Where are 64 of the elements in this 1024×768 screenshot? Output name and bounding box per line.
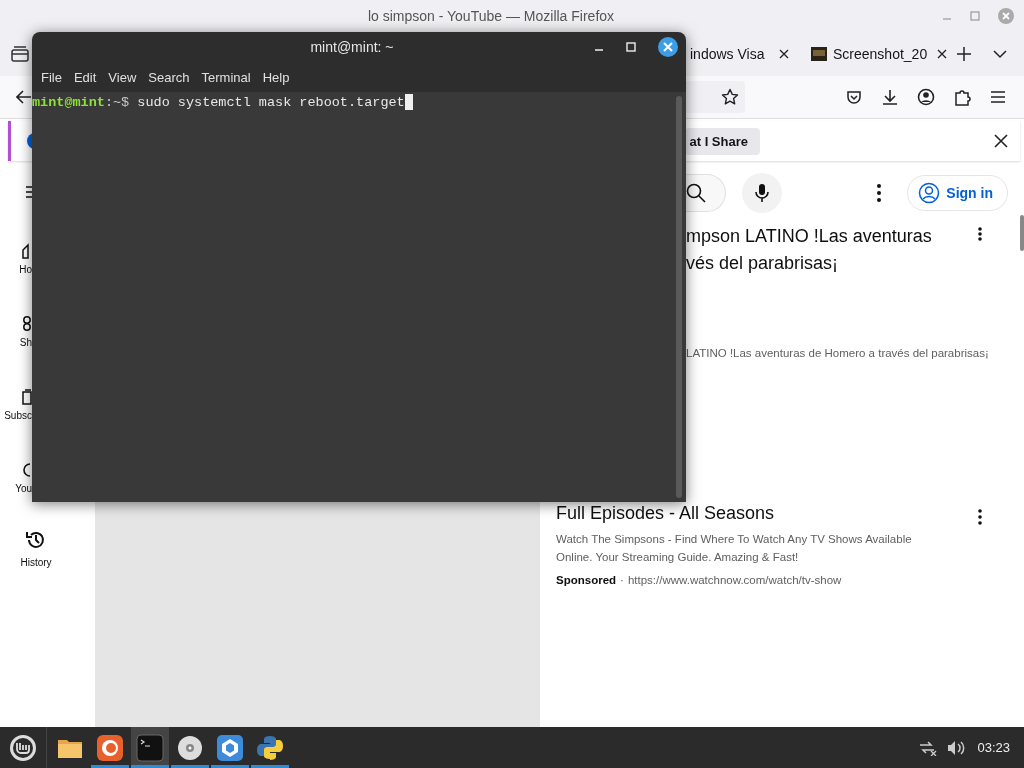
browser-tab[interactable]: Screenshot_20	[803, 38, 943, 70]
menu-item[interactable]: Search	[143, 67, 195, 87]
video-description: LATINO !Las aventuras de Homero a través del parabrisas¡	[686, 347, 990, 359]
tab-list-icon[interactable]	[11, 46, 29, 62]
chevron-down-icon[interactable]	[993, 49, 1007, 59]
scrollbar-thumb[interactable]	[1020, 215, 1024, 251]
tab-label: indows Visa	[690, 46, 766, 62]
microphone-icon	[755, 183, 769, 203]
menu-icon[interactable]	[989, 88, 1007, 106]
network-disconnected-icon[interactable]	[919, 739, 938, 756]
browser-tab[interactable]: indows Visa	[690, 38, 799, 70]
puzzle-icon[interactable]	[953, 88, 971, 106]
window-title: mint@mint: ~	[309, 39, 395, 55]
close-icon[interactable]	[994, 134, 1008, 148]
scrollbar[interactable]	[676, 96, 682, 498]
mint-logo-icon	[9, 733, 37, 762]
sidebar-label[interactable]: You	[15, 483, 32, 494]
window-title: lo simpson - YouTube — Mozilla Firefox	[366, 8, 616, 24]
new-tab-icon[interactable]	[957, 47, 971, 61]
sidebar-label[interactable]: Subsc	[4, 410, 32, 421]
back-arrow-icon[interactable]	[16, 90, 32, 104]
pocket-icon[interactable]	[845, 88, 863, 106]
menu-icon[interactable]	[26, 185, 32, 199]
screenshot-thumbnail-icon	[811, 46, 827, 62]
separator-dot: ·	[620, 574, 624, 586]
close-icon[interactable]	[658, 37, 678, 57]
microphone-button[interactable]	[742, 173, 782, 213]
search-icon	[686, 183, 706, 203]
menu-item[interactable]: Terminal	[196, 67, 256, 87]
account-icon[interactable]	[917, 88, 935, 106]
more-icon[interactable]	[978, 509, 982, 525]
volume-icon[interactable]	[947, 739, 966, 756]
menu-item[interactable]: File	[36, 67, 67, 87]
sidebar-label[interactable]: History	[20, 557, 52, 568]
menu-item[interactable]: Help	[257, 67, 295, 87]
clock[interactable]: 03:23	[977, 740, 1010, 755]
sidebar-label[interactable]: Ho	[19, 264, 32, 275]
video-title-line[interactable]: vés del parabrisas¡	[686, 250, 978, 277]
video-title-line[interactable]: mpson LATINO !Las aventuras	[686, 223, 978, 250]
ad-url[interactable]: https://www.watchnow.com/watch/tv-show	[627, 574, 842, 586]
disc-icon	[176, 733, 204, 762]
terminal-icon	[136, 733, 164, 762]
sidebar-label[interactable]: Sh	[19, 337, 32, 348]
close-icon[interactable]	[779, 49, 789, 59]
python-icon	[256, 733, 284, 762]
ad-title[interactable]: Full Episodes - All Seasons	[556, 503, 978, 524]
app-icon	[216, 733, 244, 762]
notification-button[interactable]: at I Share	[685, 127, 760, 155]
tab-label: Screenshot_20	[833, 46, 928, 62]
history-icon[interactable]	[25, 529, 47, 551]
sponsored-label: Sponsored	[556, 574, 617, 586]
download-icon[interactable]	[881, 88, 899, 106]
ad-description: Watch The Simpsons - Find Where To Watch Any TV Shows Available Online. Your Streaming Guide. Amazing & Fast!	[556, 532, 913, 565]
close-icon[interactable]	[937, 49, 948, 59]
account-icon	[918, 182, 941, 204]
more-icon[interactable]	[978, 227, 982, 241]
sign-in-button[interactable]: Sign in	[907, 175, 1008, 211]
firefox-icon	[96, 733, 124, 762]
star-icon[interactable]	[721, 88, 739, 106]
terminal-line: mint@mint:~$ sudo systemctl mask reboot.target	[32, 94, 405, 111]
menu-item[interactable]: Edit	[68, 67, 102, 87]
menu-item[interactable]: View	[103, 67, 142, 87]
more-icon[interactable]	[877, 184, 882, 202]
search-button[interactable]	[686, 174, 726, 212]
